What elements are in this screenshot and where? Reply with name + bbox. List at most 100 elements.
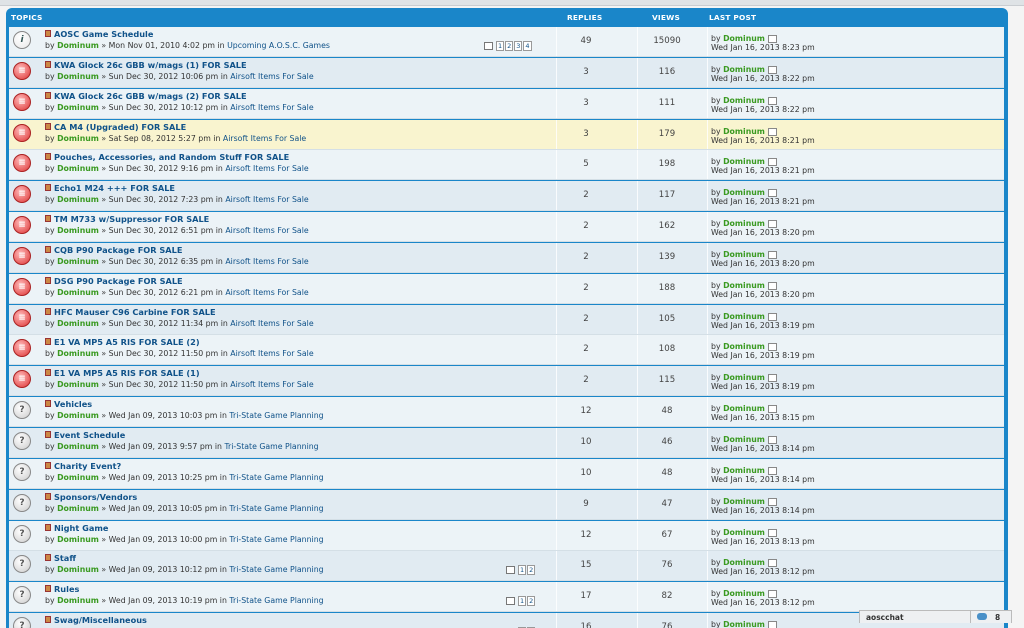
view-latest-post-icon[interactable] xyxy=(767,312,777,321)
topic-title-link[interactable]: Vehicles xyxy=(54,399,92,409)
last-author-link[interactable]: Dominum xyxy=(723,558,765,567)
view-latest-post-icon[interactable] xyxy=(767,621,777,628)
forum-link[interactable]: Airsoft Items For Sale xyxy=(225,257,308,266)
page-link[interactable]: 4 xyxy=(523,41,532,51)
topic-title-link[interactable]: Charity Event? xyxy=(54,461,121,471)
last-author-link[interactable]: Dominum xyxy=(723,466,765,475)
topic-title-link[interactable]: Event Schedule xyxy=(54,430,125,440)
table-row[interactable]: ≡ E1 VA MP5 A5 RIS FOR SALE (2) by Domin… xyxy=(9,335,1004,366)
view-latest-post-icon[interactable] xyxy=(767,374,777,383)
view-latest-post-icon[interactable] xyxy=(767,281,777,290)
author-link[interactable]: Dominum xyxy=(57,226,99,235)
table-row[interactable]: ≡ Echo1 M24 +++ FOR SALE by Dominum » Su… xyxy=(9,181,1004,212)
author-link[interactable]: Dominum xyxy=(57,565,99,574)
forum-link[interactable]: Airsoft Items For Sale xyxy=(230,349,313,358)
topic-title-link[interactable]: AOSC Game Schedule xyxy=(54,29,153,39)
author-link[interactable]: Dominum xyxy=(57,380,99,389)
view-latest-post-icon[interactable] xyxy=(767,96,777,105)
page-link[interactable]: 3 xyxy=(514,41,523,51)
author-link[interactable]: Dominum xyxy=(57,319,99,328)
view-latest-post-icon[interactable] xyxy=(767,528,777,537)
table-row[interactable]: ≡ Pouches, Accessories, and Random Stuff… xyxy=(9,150,1004,181)
forum-link[interactable]: Tri-State Game Planning xyxy=(229,473,323,482)
page-link[interactable]: 2 xyxy=(527,565,536,576)
forum-link[interactable]: Airsoft Items For Sale xyxy=(230,103,313,112)
view-latest-post-icon[interactable] xyxy=(767,590,777,599)
forum-link[interactable]: Airsoft Items For Sale xyxy=(223,134,306,143)
last-author-link[interactable]: Dominum xyxy=(723,250,765,259)
chat-count-box[interactable]: 8 xyxy=(970,611,1012,623)
last-author-link[interactable]: Dominum xyxy=(723,157,765,166)
view-latest-post-icon[interactable] xyxy=(767,127,777,136)
page-link[interactable]: 1 xyxy=(518,596,527,607)
forum-link[interactable]: Airsoft Items For Sale xyxy=(225,288,308,297)
topic-title-link[interactable]: Pouches, Accessories, and Random Stuff F… xyxy=(54,152,289,162)
topic-title-link[interactable]: E1 VA MP5 A5 RIS FOR SALE (2) xyxy=(54,337,200,347)
topic-title-link[interactable]: Echo1 M24 +++ FOR SALE xyxy=(54,183,175,193)
view-latest-post-icon[interactable] xyxy=(767,35,777,43)
view-latest-post-icon[interactable] xyxy=(767,435,777,444)
table-row[interactable]: ? Event Schedule by Dominum » Wed Jan 09… xyxy=(9,427,1004,458)
topic-title-link[interactable]: Rules xyxy=(54,584,79,594)
last-author-link[interactable]: Dominum xyxy=(723,342,765,351)
view-latest-post-icon[interactable] xyxy=(767,466,777,475)
author-link[interactable]: Dominum xyxy=(57,164,99,173)
last-author-link[interactable]: Dominum xyxy=(723,219,765,228)
forum-link[interactable]: Tri-State Game Planning xyxy=(229,565,323,574)
table-row[interactable]: ≡ KWA Glock 26c GBB w/mags (2) FOR SALE … xyxy=(9,88,1004,119)
table-row[interactable]: i AOSC Game Schedule by Dominum » Mon No… xyxy=(9,27,1004,57)
topic-title-link[interactable]: KWA Glock 26c GBB w/mags (1) FOR SALE xyxy=(54,60,247,70)
view-latest-post-icon[interactable] xyxy=(767,189,777,198)
forum-link[interactable]: Airsoft Items For Sale xyxy=(230,72,313,81)
forum-link[interactable]: Tri-State Game Planning xyxy=(229,596,323,605)
table-row[interactable]: ≡ TM M733 w/Suppressor FOR SALE by Domin… xyxy=(9,212,1004,243)
topic-title-link[interactable]: DSG P90 Package FOR SALE xyxy=(54,276,183,286)
table-row[interactable]: ? Staff by Dominum » Wed Jan 09, 2013 10… xyxy=(9,551,1004,582)
forum-link[interactable]: Tri-State Game Planning xyxy=(229,535,323,544)
table-row[interactable]: ? Night Game by Dominum » Wed Jan 09, 20… xyxy=(9,520,1004,551)
last-author-link[interactable]: Dominum xyxy=(723,589,765,598)
last-author-link[interactable]: Dominum xyxy=(723,281,765,290)
author-link[interactable]: Dominum xyxy=(57,288,99,297)
topic-title-link[interactable]: E1 VA MP5 A5 RIS FOR SALE (1) xyxy=(54,368,200,378)
topic-title-link[interactable]: Staff xyxy=(54,553,76,563)
page-link[interactable]: 2 xyxy=(527,596,536,607)
forum-link[interactable]: Airsoft Items For Sale xyxy=(225,195,308,204)
author-link[interactable]: Dominum xyxy=(57,349,99,358)
table-row[interactable]: ? Charity Event? by Dominum » Wed Jan 09… xyxy=(9,458,1004,489)
forum-link[interactable]: Tri-State Game Planning xyxy=(224,442,318,451)
table-row[interactable]: ? Vehicles by Dominum » Wed Jan 09, 2013… xyxy=(9,397,1004,428)
last-author-link[interactable]: Dominum xyxy=(723,620,765,628)
topic-title-link[interactable]: CA M4 (Upgraded) FOR SALE xyxy=(54,122,186,132)
author-link[interactable]: Dominum xyxy=(57,442,99,451)
topic-title-link[interactable]: TM M733 w/Suppressor FOR SALE xyxy=(54,214,209,224)
author-link[interactable]: Dominum xyxy=(57,535,99,544)
topic-title-link[interactable]: CQB P90 Package FOR SALE xyxy=(54,245,182,255)
forum-link[interactable]: Airsoft Items For Sale xyxy=(230,380,313,389)
view-latest-post-icon[interactable] xyxy=(767,65,777,74)
view-latest-post-icon[interactable] xyxy=(767,158,777,167)
view-latest-post-icon[interactable] xyxy=(767,405,777,414)
forum-link[interactable]: Airsoft Items For Sale xyxy=(225,226,308,235)
last-author-link[interactable]: Dominum xyxy=(723,127,765,136)
table-row[interactable]: ≡ DSG P90 Package FOR SALE by Dominum » … xyxy=(9,273,1004,304)
author-link[interactable]: Dominum xyxy=(57,195,99,204)
table-row[interactable]: ≡ CQB P90 Package FOR SALE by Dominum » … xyxy=(9,242,1004,273)
author-link[interactable]: Dominum xyxy=(57,103,99,112)
last-author-link[interactable]: Dominum xyxy=(723,96,765,105)
view-latest-post-icon[interactable] xyxy=(767,343,777,352)
table-row[interactable]: ≡ CA M4 (Upgraded) FOR SALE by Dominum »… xyxy=(9,119,1004,150)
last-author-link[interactable]: Dominum xyxy=(723,65,765,74)
view-latest-post-icon[interactable] xyxy=(767,559,777,568)
topic-title-link[interactable]: KWA Glock 26c GBB w/mags (2) FOR SALE xyxy=(54,91,247,101)
topic-title-link[interactable]: Night Game xyxy=(54,523,108,533)
forum-link[interactable]: Upcoming A.O.S.C. Games xyxy=(227,41,330,50)
last-author-link[interactable]: Dominum xyxy=(723,528,765,537)
table-row[interactable]: ? Rules by Dominum » Wed Jan 09, 2013 10… xyxy=(9,582,1004,613)
forum-link[interactable]: Tri-State Game Planning xyxy=(229,411,323,420)
last-author-link[interactable]: Dominum xyxy=(723,404,765,413)
table-row[interactable]: ≡ E1 VA MP5 A5 RIS FOR SALE (1) by Domin… xyxy=(9,366,1004,397)
last-author-link[interactable]: Dominum xyxy=(723,435,765,444)
view-latest-post-icon[interactable] xyxy=(767,497,777,506)
table-row[interactable]: ≡ HFC Mauser C96 Carbine FOR SALE by Dom… xyxy=(9,304,1004,335)
